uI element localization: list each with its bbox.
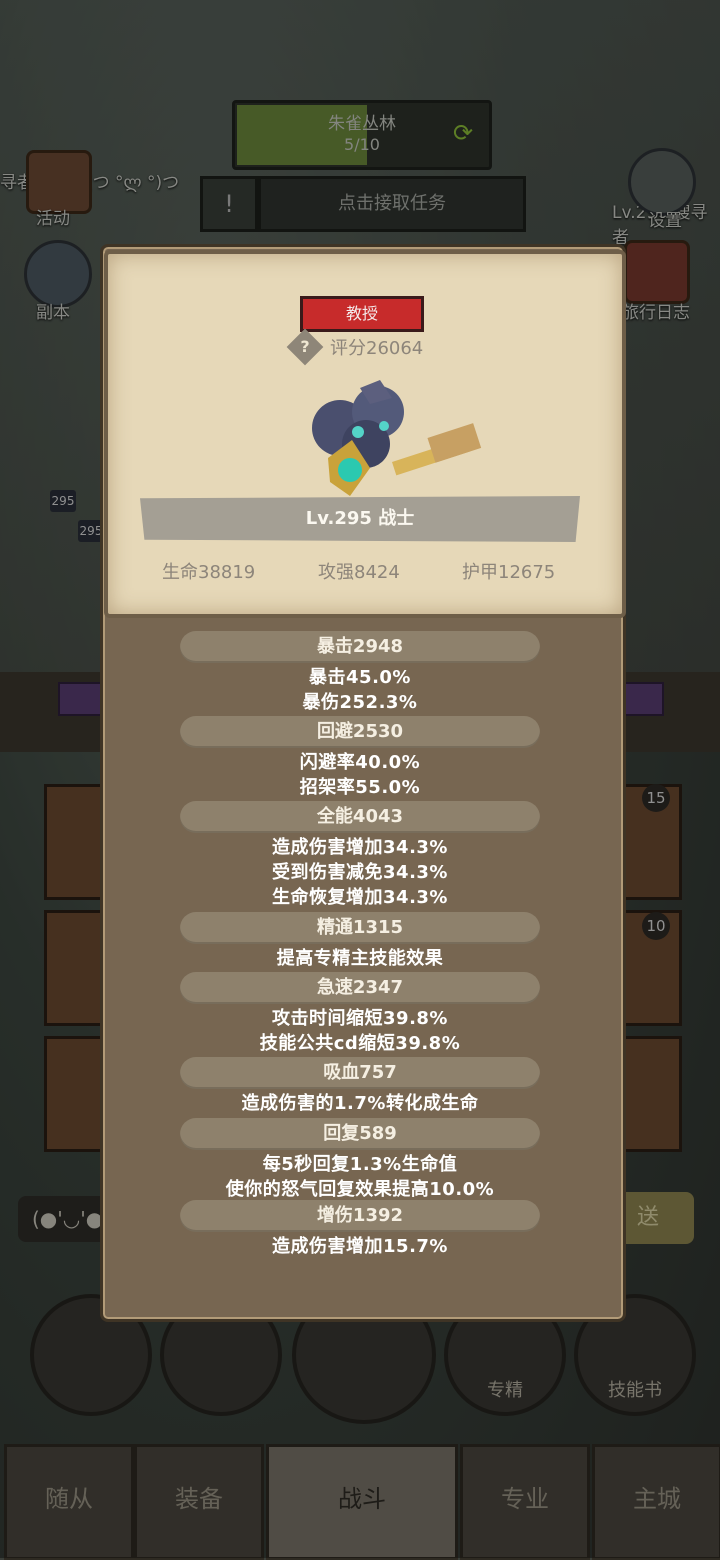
attack-power-stat: 攻强8424 [318,562,400,583]
section-crit: 暴击2948 [180,631,540,663]
level-class-text: Lv.295 战士 [305,508,415,529]
stat-line: 受到伤害减免34.3% [272,862,448,883]
section-damage-bonus: 增伤1392 [180,1200,540,1232]
stat-line: 造成伤害增加34.3% [272,837,448,858]
help-icon-glyph: ? [300,337,310,356]
stat-line: 闪避率40.0% [299,752,421,773]
section-mastery: 精通1315 [180,912,540,944]
section-haste: 急速2347 [180,972,540,1004]
armor-stat: 护甲12675 [462,562,556,583]
stat-line: 招架率55.0% [299,777,421,798]
section-lifesteal: 吸血757 [180,1057,540,1089]
hp-stat: 生命38819 [162,562,256,583]
section-avoidance: 回避2530 [180,716,540,748]
stat-line: 造成伤害的1.7%转化成生命 [241,1093,479,1114]
rank-badge: 教授 [300,296,424,332]
section-versatility: 全能4043 [180,801,540,833]
stat-line: 造成伤害增加15.7% [272,1236,448,1257]
stat-line: 暴伤252.3% [302,692,418,713]
warrior-portrait [312,380,482,496]
stat-line: 提高专精主技能效果 [276,948,444,969]
stat-line: 技能公共cd缩短39.8% [259,1033,461,1054]
section-regen: 回复589 [180,1118,540,1150]
stat-line: 生命恢复增加34.3% [272,887,448,908]
score-text: 评分26064 [330,338,424,359]
stat-line: 暴击45.0% [309,667,411,688]
stat-line: 每5秒回复1.3%生命值 [262,1154,458,1175]
stat-line: 攻击时间缩短39.8% [272,1008,448,1029]
stat-line: 使你的怒气回复效果提高10.0% [225,1179,495,1200]
